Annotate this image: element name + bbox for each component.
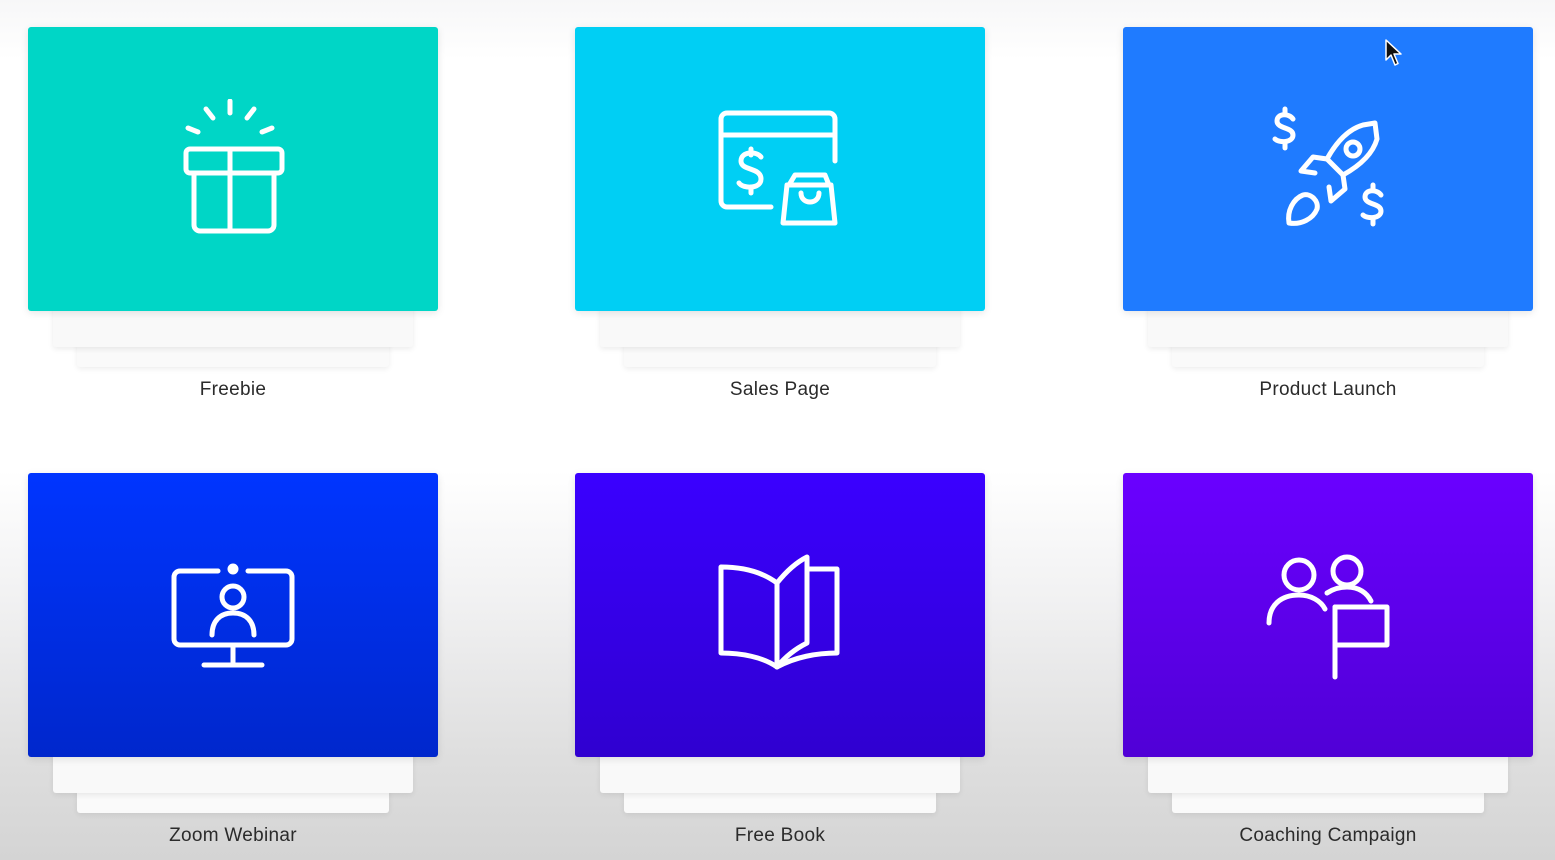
template-label: Sales Page [729,379,831,400]
template-label: Coaching Campaign [1239,825,1417,846]
rocket-icon [1272,106,1384,227]
template-thumbnail[interactable] [1123,27,1533,311]
coaching-people-flag-icon [1266,554,1390,680]
template-thumbnail[interactable] [575,27,985,311]
template-label: Product Launch [1259,379,1397,400]
template-thumbnail[interactable] [1123,473,1533,757]
sales-page-icon [718,110,838,226]
template-label: Free Book [734,825,826,846]
template-label: Freebie [199,379,267,400]
template-thumbnail[interactable] [28,27,438,311]
template-thumbnail[interactable] [28,473,438,757]
mouse-cursor-icon [1385,39,1402,66]
template-thumbnail[interactable] [575,473,985,757]
webinar-monitor-icon [171,563,295,668]
gift-icon [183,99,285,234]
template-label: Zoom Webinar [169,825,297,846]
open-book-icon [718,554,840,670]
